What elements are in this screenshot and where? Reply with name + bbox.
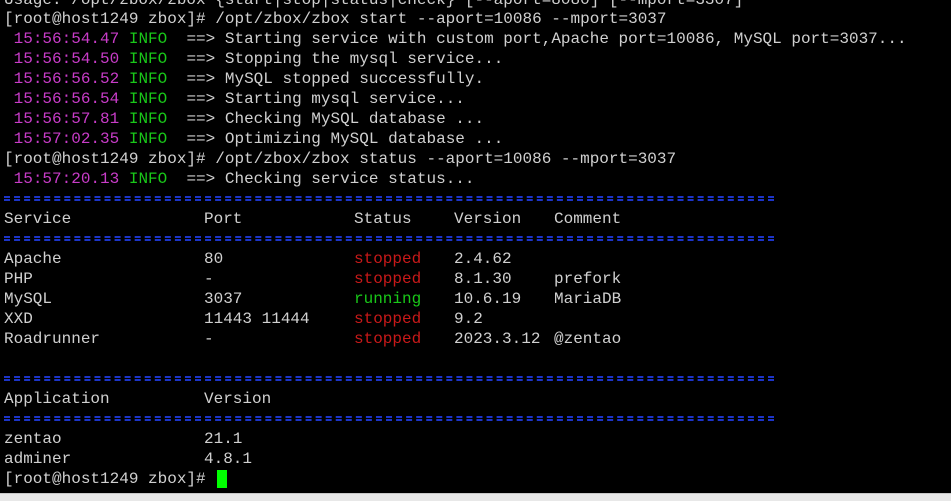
header-port: Port: [204, 210, 243, 228]
window-bottom-edge: [0, 493, 951, 501]
header-comment: Comment: [554, 210, 622, 228]
table-row: XXD 11443 11444 stopped 9.2: [0, 309, 951, 329]
service-status: running: [354, 290, 422, 308]
log-level: INFO: [128, 70, 168, 88]
table-row: Apache 80 stopped 2.4.62: [0, 249, 951, 269]
command-status: [root@host1249 zbox]# /opt/zbox/zbox sta…: [4, 150, 677, 168]
service-port: 3037: [204, 290, 243, 308]
service-status: stopped: [354, 330, 422, 348]
prompt-line[interactable]: [root@host1249 zbox]#: [4, 469, 228, 489]
log-time: 15:56:56.52: [13, 70, 120, 88]
service-version: 2.4.62: [454, 250, 512, 268]
terminal-window[interactable]: Usage: /opt/zbox/zbox {start|stop|status…: [0, 0, 951, 493]
log-line: 15:56:54.47 INFO ==> Starting service wi…: [4, 29, 907, 49]
header-application: Application: [4, 390, 110, 408]
log-line: 15:57:02.35 INFO ==> Optimizing MySQL da…: [4, 129, 504, 149]
log-message: ==> Checking service status...: [186, 170, 475, 188]
text-cursor: [217, 469, 228, 488]
log-line: 15:56:56.52 INFO ==> MySQL stopped succe…: [4, 69, 485, 89]
service-port: 11443 11444: [204, 310, 310, 328]
separator: [0, 369, 951, 389]
service-name: Apache: [4, 250, 62, 268]
app-version: 21.1: [204, 430, 243, 448]
service-version: 9.2: [454, 310, 483, 328]
service-comment: MariaDB: [554, 290, 622, 308]
service-name: Roadrunner: [4, 330, 101, 348]
service-comment: @zentao: [554, 330, 622, 348]
command-start: [root@host1249 zbox]# /opt/zbox/zbox sta…: [4, 10, 667, 28]
service-name: MySQL: [4, 290, 53, 308]
header-status: Status: [354, 210, 412, 228]
application-table-header: Application Version: [0, 389, 951, 409]
log-time: 15:57:02.35: [13, 130, 120, 148]
log-message: ==> Optimizing MySQL database ...: [186, 130, 504, 148]
log-time: 15:56:56.54: [13, 90, 120, 108]
service-status: stopped: [354, 250, 422, 268]
log-level: INFO: [128, 110, 168, 128]
header-app-version: Version: [204, 390, 272, 408]
service-table-header: Service Port Status Version Comment: [0, 209, 951, 229]
header-version: Version: [454, 210, 522, 228]
log-line: 15:57:20.13 INFO ==> Checking service st…: [4, 169, 475, 189]
log-level: INFO: [128, 170, 168, 188]
log-time: 15:56:54.47: [13, 30, 120, 48]
log-time: 15:57:20.13: [13, 170, 120, 188]
separator: [0, 189, 951, 209]
service-name: PHP: [4, 270, 33, 288]
app-version: 4.8.1: [204, 450, 253, 468]
table-row: MySQL 3037 running 10.6.19 MariaDB: [0, 289, 951, 309]
log-level: INFO: [128, 90, 168, 108]
log-message: ==> Starting mysql service...: [186, 90, 465, 108]
service-version: 2023.3.12: [454, 330, 541, 348]
app-name: zentao: [4, 430, 62, 448]
log-level: INFO: [128, 130, 168, 148]
service-version: 8.1.30: [454, 270, 512, 288]
service-status: stopped: [354, 310, 422, 328]
log-message: ==> Starting service with custom port,Ap…: [186, 30, 907, 48]
app-name: adminer: [4, 450, 72, 468]
service-version: 10.6.19: [454, 290, 522, 308]
shell-prompt: [root@host1249 zbox]#: [4, 470, 216, 488]
separator: [0, 229, 951, 249]
log-level: INFO: [128, 30, 168, 48]
log-time: 15:56:54.50: [13, 50, 120, 68]
table-row: adminer 4.8.1: [0, 449, 951, 469]
service-port: -: [204, 270, 214, 288]
separator: [0, 409, 951, 429]
table-row: PHP - stopped 8.1.30 prefork: [0, 269, 951, 289]
log-message: ==> Checking MySQL database ...: [186, 110, 485, 128]
log-line: 15:56:57.81 INFO ==> Checking MySQL data…: [4, 109, 485, 129]
service-port: 80: [204, 250, 224, 268]
log-message: ==> MySQL stopped successfully.: [186, 70, 485, 88]
log-line: 15:56:56.54 INFO ==> Starting mysql serv…: [4, 89, 465, 109]
header-service: Service: [4, 210, 72, 228]
log-level: INFO: [128, 50, 168, 68]
log-time: 15:56:57.81: [13, 110, 120, 128]
service-name: XXD: [4, 310, 33, 328]
log-line: 15:56:54.50 INFO ==> Stopping the mysql …: [4, 49, 504, 69]
log-message: ==> Stopping the mysql service...: [186, 50, 504, 68]
service-port: -: [204, 330, 214, 348]
service-comment: prefork: [554, 270, 622, 288]
table-row: zentao 21.1: [0, 429, 951, 449]
table-row: Roadrunner - stopped 2023.3.12 @zentao: [0, 329, 951, 349]
service-status: stopped: [354, 270, 422, 288]
